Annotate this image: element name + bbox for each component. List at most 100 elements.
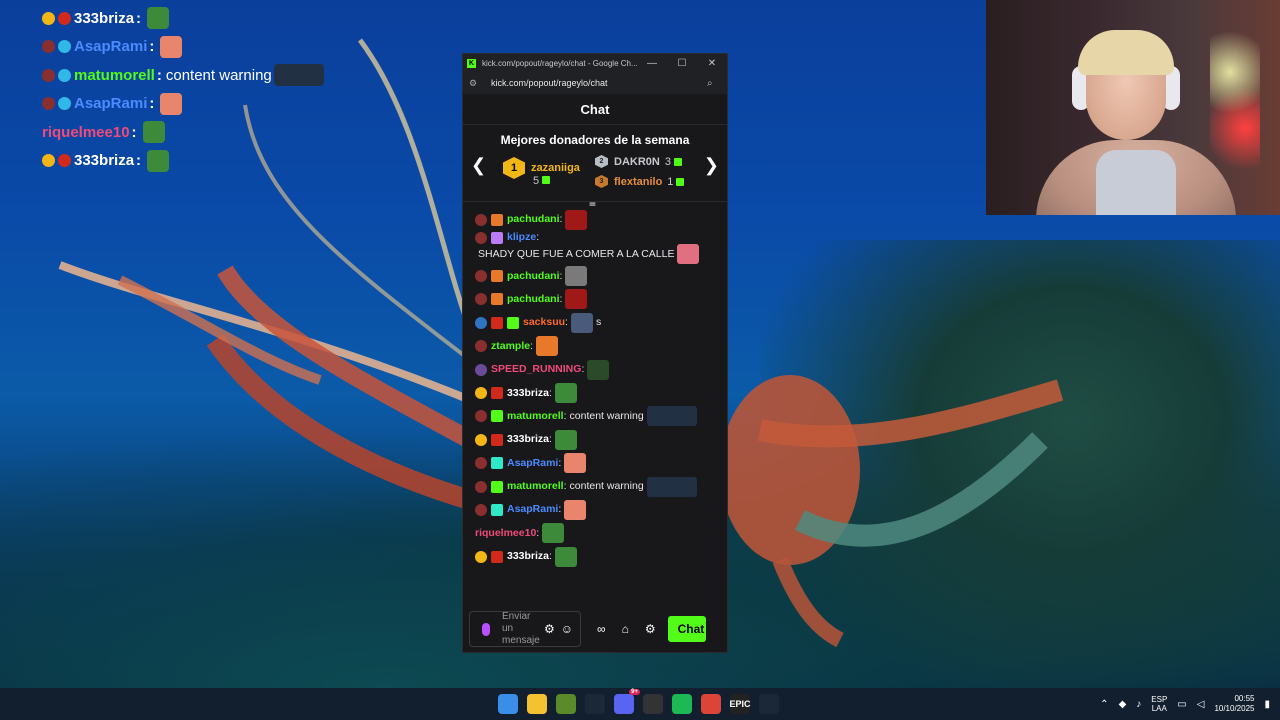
- user-badge-icon: [491, 387, 503, 400]
- window-titlebar[interactable]: K kick.com/popout/rageylo/chat - Google …: [463, 54, 727, 72]
- steam-2-icon[interactable]: [759, 694, 779, 714]
- chat-username[interactable]: 333briza: [507, 433, 549, 446]
- settings-gear-icon[interactable]: ⚙: [645, 622, 656, 636]
- show-hidden-icons-chevron-icon[interactable]: ⌃: [1100, 699, 1108, 710]
- chat-username[interactable]: AsapRami: [507, 457, 558, 470]
- chat-message[interactable]: pachudani:: [475, 264, 727, 287]
- chat-message[interactable]: matumorell: content warning: [475, 475, 727, 498]
- defender-shield-icon[interactable]: ◆: [1119, 699, 1127, 710]
- donors-next-arrow-icon[interactable]: ❯: [704, 155, 719, 176]
- chat-username[interactable]: pachudani: [507, 293, 560, 306]
- user-badge-icon: [491, 270, 503, 283]
- colon-separator: :: [549, 386, 552, 399]
- chat-username[interactable]: riquelmee10: [475, 527, 536, 540]
- user-badge-icon: [491, 433, 503, 446]
- chat-message[interactable]: 333briza:: [475, 545, 727, 568]
- chat-username[interactable]: matumorell: [507, 410, 564, 423]
- scroll-to-bottom-icon[interactable]: ≡: [589, 202, 596, 210]
- colon-separator: :: [563, 409, 567, 422]
- obs-icon[interactable]: [643, 694, 663, 714]
- chat-message[interactable]: AsapRami:: [475, 452, 727, 475]
- chat-username[interactable]: pachudani: [507, 270, 560, 283]
- emote-icon[interactable]: ⚙: [544, 622, 555, 636]
- emote-icon: [554, 383, 577, 404]
- chat-message[interactable]: riquelmee10:: [475, 522, 727, 545]
- chat-username[interactable]: SPEED_RUNNING: [491, 363, 581, 376]
- notification-bell-icon[interactable]: ▮: [1264, 699, 1270, 710]
- chat-username[interactable]: pachudani: [507, 213, 560, 226]
- chat-message[interactable]: klipze: SHADY QUE FUE A COMER A LA CALLE: [475, 231, 727, 265]
- colon-separator: :: [559, 213, 563, 226]
- chat-username[interactable]: 333briza: [507, 387, 549, 400]
- chat-message[interactable]: ztample:: [475, 335, 727, 358]
- emoji-icon[interactable]: ☺: [561, 622, 573, 636]
- maximize-button[interactable]: ☐: [667, 58, 697, 69]
- chat-username[interactable]: AsapRami: [507, 503, 558, 516]
- channel-points-icon[interactable]: ∞: [597, 622, 606, 636]
- donor-count: 1: [667, 175, 674, 188]
- language-code: ESP: [1151, 695, 1168, 704]
- file-explorer-icon[interactable]: [527, 694, 547, 714]
- chat-message-list[interactable]: ≡ pachudani: klipze: SHADY QUE FUE A COMER…: [463, 202, 727, 592]
- app-green-icon[interactable]: [556, 694, 576, 714]
- zoom-icon[interactable]: ⌕: [707, 78, 727, 89]
- chat-username[interactable]: matumorell: [507, 480, 564, 493]
- volume-icon[interactable]: ◁: [1197, 699, 1205, 710]
- epic-games-icon[interactable]: EPIC: [730, 694, 751, 714]
- chat-message[interactable]: sacksuu: s: [475, 311, 727, 334]
- colon-separator: :: [136, 152, 142, 170]
- chat-message[interactable]: 333briza:: [475, 381, 727, 404]
- chat-input[interactable]: Enviar un mensaje ⚙ ☺: [469, 611, 581, 647]
- chat-message-text: s: [595, 316, 602, 329]
- steam-icon[interactable]: [585, 694, 605, 714]
- spotify-icon[interactable]: [672, 694, 692, 714]
- colon-separator: :: [558, 456, 562, 469]
- chat-username[interactable]: sacksuu: [523, 316, 565, 329]
- donor-second[interactable]: 2 DAKR0N 3: [595, 155, 682, 168]
- gift-icon: [673, 157, 682, 166]
- microphone-icon[interactable]: [482, 622, 490, 636]
- user-badge-icon: [491, 213, 503, 226]
- windows-start-icon[interactable]: [498, 694, 518, 714]
- overlay-username: AsapRami: [74, 95, 148, 113]
- address-bar[interactable]: ⚙ kick.com/popout/rageylo/chat ⌕: [463, 72, 727, 94]
- gift-icon: [542, 176, 551, 184]
- chat-message[interactable]: matumorell: content warning: [475, 405, 727, 428]
- top-donors-panel: Mejores donadores de la semana ❮ ❯ 1 zaz…: [463, 125, 727, 202]
- store-icon[interactable]: ⌂: [622, 622, 629, 636]
- network-icon[interactable]: ▭: [1177, 699, 1186, 710]
- emote-icon: [160, 92, 183, 115]
- close-button[interactable]: ✕: [697, 58, 727, 69]
- clock[interactable]: 00:55 10/10/2025: [1214, 694, 1254, 714]
- url-text[interactable]: kick.com/popout/rageylo/chat: [491, 78, 707, 88]
- donors-prev-arrow-icon[interactable]: ❮: [471, 155, 486, 176]
- site-settings-icon[interactable]: ⚙: [469, 78, 481, 89]
- colon-separator: :: [581, 363, 585, 376]
- send-chat-button[interactable]: Chat: [667, 616, 706, 642]
- user-badge-icon: [42, 68, 55, 82]
- language-indicator[interactable]: ESP LAA: [1151, 695, 1167, 713]
- microphone-icon[interactable]: ♪: [1136, 699, 1141, 710]
- emote-icon: [564, 453, 587, 474]
- rank-1-icon: 1: [503, 157, 525, 179]
- chat-username[interactable]: 333briza: [507, 550, 549, 563]
- chat-message[interactable]: pachudani:: [475, 208, 727, 231]
- minimize-button[interactable]: —: [637, 58, 667, 69]
- discord-icon[interactable]: 9+: [614, 689, 640, 714]
- chat-username[interactable]: ztample: [491, 340, 530, 353]
- chat-message[interactable]: SPEED_RUNNING:: [475, 358, 727, 381]
- chat-message[interactable]: 333briza:: [475, 428, 727, 451]
- chat-popout-window: K kick.com/popout/rageylo/chat - Google …: [462, 53, 728, 653]
- overlay-chat-line: AsapRami:: [42, 33, 342, 62]
- chat-message[interactable]: pachudani:: [475, 288, 727, 311]
- colon-separator: :: [559, 292, 563, 305]
- chat-username[interactable]: klipze: [507, 231, 536, 244]
- chat-message[interactable]: AsapRami:: [475, 498, 727, 521]
- donor-third[interactable]: 3 flextanilo 1: [595, 175, 685, 188]
- emote-icon: [564, 499, 587, 520]
- emote-icon: [570, 312, 593, 333]
- user-badge-icon: [58, 154, 71, 168]
- user-badge-icon: [475, 231, 487, 244]
- user-badge-icon: [475, 550, 487, 563]
- chrome-icon[interactable]: [701, 694, 721, 714]
